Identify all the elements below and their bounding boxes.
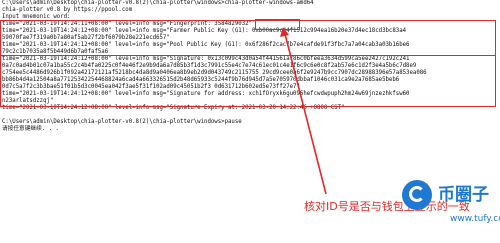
logo-icon bbox=[402, 180, 432, 210]
watermark-url: www.tufy.com bbox=[450, 214, 500, 224]
site-watermark: 币圈子 www.tufy.com bbox=[392, 166, 500, 243]
screenshot: C:\Users\admin\Desktop\chia-plotter-v0.8… bbox=[0, 0, 500, 243]
watermark-brand: 币圈子 bbox=[438, 185, 489, 205]
